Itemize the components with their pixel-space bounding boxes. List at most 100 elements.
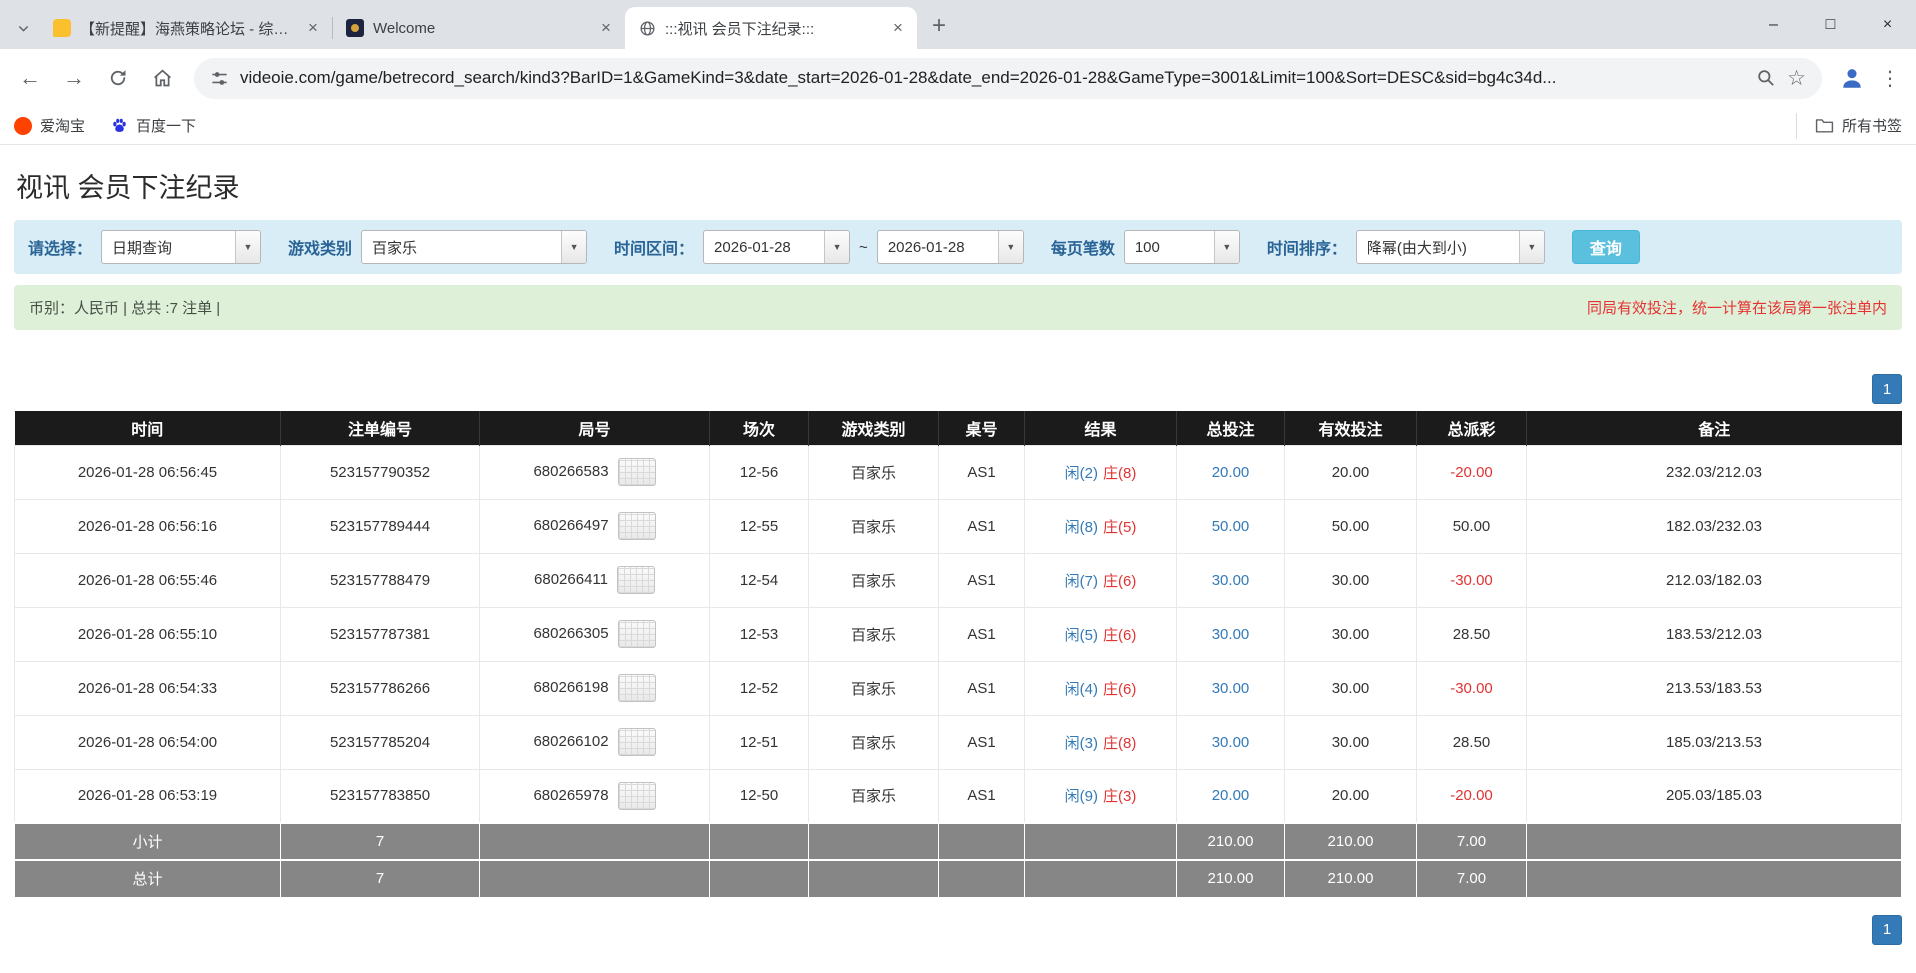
- date-end-select[interactable]: 2026-01-28 ▼: [877, 230, 1024, 264]
- round-cell: 680266583: [480, 445, 710, 499]
- result-cell: 闲(8)庄(5): [1025, 499, 1177, 553]
- total-empty: [1025, 860, 1177, 897]
- total-count: 7: [281, 860, 480, 897]
- new-tab-button[interactable]: +: [921, 8, 957, 44]
- chevron-down-icon[interactable]: ▼: [1519, 231, 1544, 263]
- bookmark-star-icon[interactable]: ☆: [1787, 68, 1806, 89]
- total-bet-link[interactable]: 50.00: [1177, 499, 1285, 553]
- table-number: AS1: [939, 553, 1025, 607]
- column-header: 场次: [710, 411, 809, 445]
- bet-id: 523157789444: [281, 499, 480, 553]
- total-bet-link[interactable]: 20.00: [1177, 769, 1285, 823]
- search-button[interactable]: 查询: [1572, 230, 1640, 264]
- round-id: 680266198: [533, 679, 608, 696]
- bet-id: 523157785204: [281, 715, 480, 769]
- tab-close-icon[interactable]: ×: [302, 17, 324, 39]
- table-body: 2026-01-28 06:56:45 523157790352 6802665…: [15, 445, 1902, 823]
- bookmark-baidu[interactable]: 百度一下: [111, 115, 196, 136]
- subtotal-empty: [480, 823, 710, 860]
- note: 205.03/185.03: [1527, 769, 1902, 823]
- total-label: 总计: [15, 860, 281, 897]
- note: 182.03/232.03: [1527, 499, 1902, 553]
- page-1-button[interactable]: 1: [1872, 374, 1902, 404]
- minimize-button[interactable]: –: [1745, 0, 1802, 49]
- reload-button[interactable]: [98, 58, 138, 98]
- subtotal-count: 7: [281, 823, 480, 860]
- table-row: 2026-01-28 06:54:33 523157786266 6802661…: [15, 661, 1902, 715]
- total-bet-link[interactable]: 30.00: [1177, 661, 1285, 715]
- result-player: 闲(8): [1065, 519, 1098, 536]
- session: 12-53: [710, 607, 809, 661]
- round-cell: 680265978: [480, 769, 710, 823]
- maximize-button[interactable]: □: [1802, 0, 1859, 49]
- browser-tab-betrecord-active[interactable]: :::视讯 会员下注纪录::: ×: [625, 7, 917, 49]
- bet-time: 2026-01-28 06:56:16: [15, 499, 281, 553]
- tab-close-icon[interactable]: ×: [887, 17, 909, 39]
- chevron-down-icon[interactable]: ▼: [561, 231, 586, 263]
- total-bet-link[interactable]: 30.00: [1177, 715, 1285, 769]
- chevron-down-icon[interactable]: ▼: [824, 231, 849, 263]
- page-1-button[interactable]: 1: [1872, 915, 1902, 945]
- game-tab-icon: [346, 19, 364, 37]
- close-button[interactable]: ×: [1859, 0, 1916, 49]
- bet-id: 523157787381: [281, 607, 480, 661]
- total-bet-link[interactable]: 20.00: [1177, 445, 1285, 499]
- game-type-value: 百家乐: [362, 231, 561, 263]
- total-bet-link[interactable]: 30.00: [1177, 553, 1285, 607]
- per-page-select[interactable]: 100 ▼: [1124, 230, 1240, 264]
- taobao-icon: [14, 117, 32, 135]
- chevron-down-icon[interactable]: ▼: [998, 231, 1023, 263]
- tab-search-button[interactable]: [6, 7, 40, 49]
- browser-tab-welcome[interactable]: Welcome ×: [333, 7, 625, 49]
- table-row: 2026-01-28 06:55:10 523157787381 6802663…: [15, 607, 1902, 661]
- bet-records-table: 时间注单编号局号场次游戏类别桌号结果总投注有效投注总派彩备注 2026-01-2…: [14, 411, 1902, 898]
- roadmap-icon[interactable]: [618, 728, 656, 756]
- roadmap-icon[interactable]: [617, 566, 655, 594]
- profile-icon[interactable]: [1834, 60, 1870, 96]
- roadmap-icon[interactable]: [618, 512, 656, 540]
- result-player: 闲(4): [1065, 681, 1098, 698]
- pagination-top: 1: [14, 374, 1902, 404]
- valid-bet: 20.00: [1285, 769, 1417, 823]
- site-info-icon[interactable]: [210, 69, 229, 88]
- result-player: 闲(5): [1065, 627, 1098, 644]
- roadmap-icon[interactable]: [618, 458, 656, 486]
- chevron-down-icon[interactable]: ▼: [1214, 231, 1239, 263]
- home-button[interactable]: [142, 58, 182, 98]
- sort-value: 降幂(由大到小): [1357, 231, 1519, 263]
- address-bar[interactable]: videoie.com/game/betrecord_search/kind3?…: [194, 58, 1822, 99]
- total-bet-link[interactable]: 30.00: [1177, 607, 1285, 661]
- roadmap-icon[interactable]: [618, 674, 656, 702]
- table-row: 2026-01-28 06:56:45 523157790352 6802665…: [15, 445, 1902, 499]
- tab-close-icon[interactable]: ×: [595, 17, 617, 39]
- table-number: AS1: [939, 769, 1025, 823]
- forward-button[interactable]: →: [54, 58, 94, 98]
- payout: -30.00: [1417, 553, 1527, 607]
- query-type-select[interactable]: 日期查询 ▼: [101, 230, 261, 264]
- sort-select[interactable]: 降幂(由大到小) ▼: [1356, 230, 1545, 264]
- game-type-select[interactable]: 百家乐 ▼: [361, 230, 587, 264]
- note: 232.03/212.03: [1527, 445, 1902, 499]
- all-bookmarks-button[interactable]: 所有书签: [1796, 113, 1902, 139]
- per-page-label: 每页笔数: [1051, 235, 1115, 259]
- browser-tab-forum[interactable]: 【新提醒】海燕策略论坛 - 综合... ×: [40, 7, 332, 49]
- tab-title: :::视讯 会员下注纪录:::: [665, 18, 878, 39]
- result-player: 闲(7): [1065, 573, 1098, 590]
- tab-title: Welcome: [373, 20, 586, 37]
- roadmap-icon[interactable]: [618, 782, 656, 810]
- column-header: 结果: [1025, 411, 1177, 445]
- bet-time: 2026-01-28 06:55:10: [15, 607, 281, 661]
- roadmap-icon[interactable]: [618, 620, 656, 648]
- total-row: 总计 7 210.00 210.00 7.00: [15, 860, 1902, 897]
- result-banker: 庄(3): [1103, 788, 1136, 805]
- subtotal-empty: [710, 823, 809, 860]
- bookmark-aitaobao[interactable]: 爱淘宝: [14, 115, 85, 136]
- game-type: 百家乐: [809, 445, 939, 499]
- chevron-down-icon[interactable]: ▼: [235, 231, 260, 263]
- session: 12-51: [710, 715, 809, 769]
- zoom-icon[interactable]: [1756, 68, 1776, 88]
- browser-menu-icon[interactable]: ⋮: [1874, 66, 1906, 91]
- date-start-select[interactable]: 2026-01-28 ▼: [703, 230, 850, 264]
- note: 183.53/212.03: [1527, 607, 1902, 661]
- back-button[interactable]: ←: [10, 58, 50, 98]
